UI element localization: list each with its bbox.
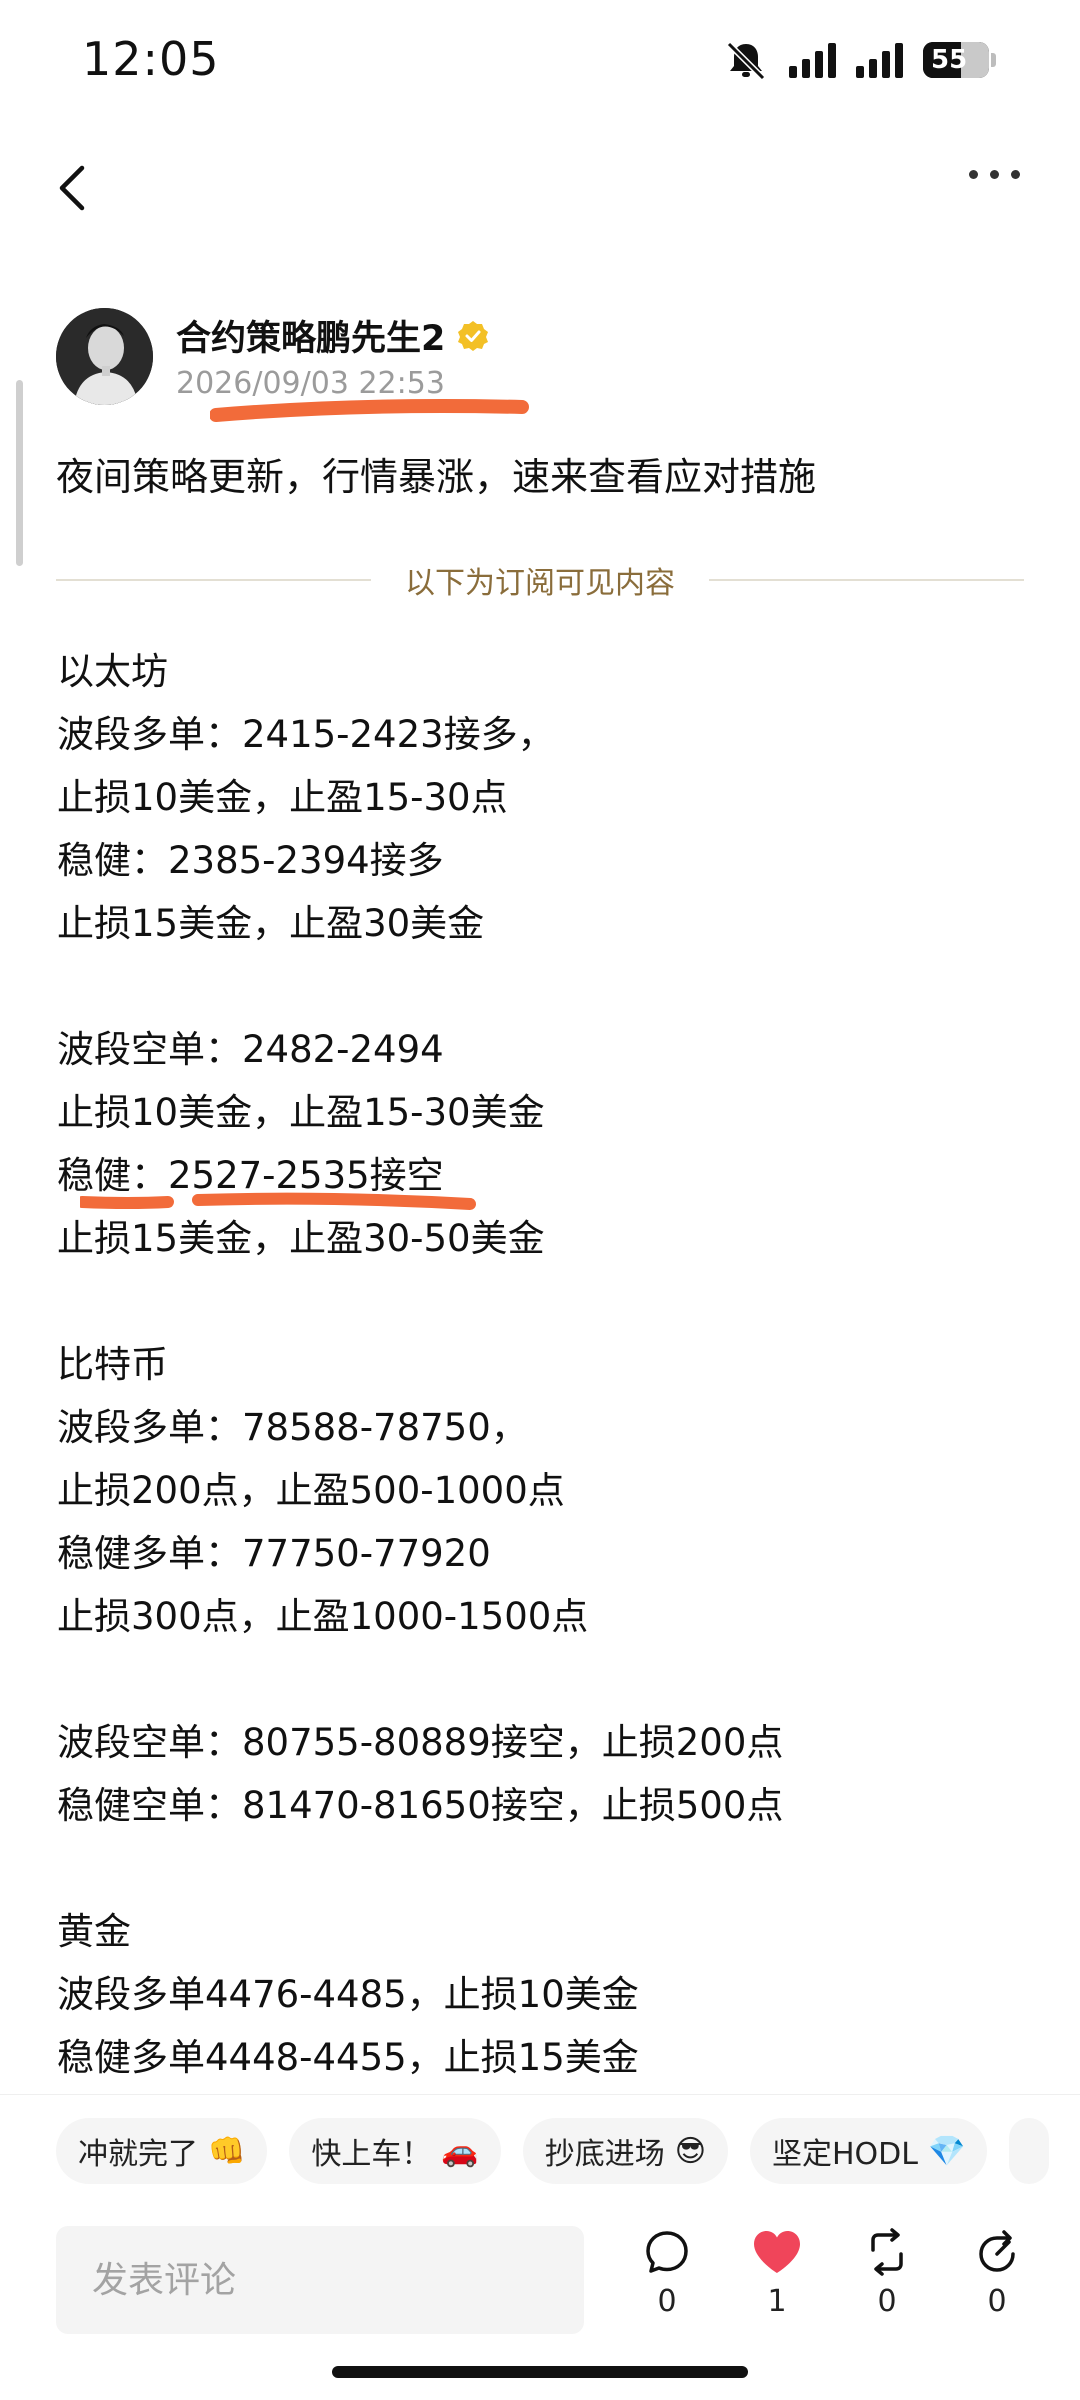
content-line: 波段空单：2482-2494 bbox=[57, 1028, 444, 1071]
reaction-chip[interactable]: 抄底进场 😎 bbox=[522, 2118, 728, 2184]
content-line: 波段多单：78588-78750， bbox=[57, 1406, 528, 1449]
content-line: 稳健多单4448-4455，止损15美金 bbox=[57, 2036, 639, 2079]
author-name-text: 合约策略鹏先生2 bbox=[176, 319, 446, 359]
comment-button[interactable]: 0 bbox=[632, 2228, 702, 2319]
bell-muted-icon bbox=[723, 40, 769, 81]
content-line: 稳健空单：81470-81650接空，止损500点 bbox=[57, 1784, 784, 1827]
status-icons: 55 bbox=[723, 40, 996, 81]
battery-icon: 55 bbox=[923, 42, 996, 78]
gem-emoji-icon: 💎 bbox=[928, 2133, 966, 2169]
content-line: 以太坊 bbox=[57, 650, 168, 693]
reaction-chip[interactable]: 坚定HODL 💎 bbox=[750, 2118, 988, 2184]
comment-count: 0 bbox=[657, 2284, 677, 2319]
repost-count: 0 bbox=[877, 2284, 897, 2319]
like-button[interactable]: 1 bbox=[742, 2228, 812, 2319]
annotation-underline bbox=[210, 399, 529, 422]
quick-reactions: 冲就完了 👊 快上车！ 🚗 抄底进场 😎 坚定HODL 💎 bbox=[56, 2118, 1050, 2184]
content-line: 波段多单：2415-2423接多， bbox=[57, 713, 555, 756]
back-button[interactable] bbox=[52, 160, 92, 216]
reaction-label: 抄底进场 bbox=[544, 2137, 665, 2172]
share-icon bbox=[979, 2230, 1015, 2272]
comment-bubble-icon bbox=[646, 2231, 688, 2273]
repost-button[interactable]: 0 bbox=[852, 2228, 922, 2319]
post-content: 以太坊 波段多单：2415-2423接多， 止损10美金，止盈15-30点 稳健… bbox=[57, 640, 1037, 2089]
chevron-left-icon bbox=[59, 165, 85, 211]
like-count: 1 bbox=[767, 2284, 787, 2319]
share-button[interactable]: 0 bbox=[962, 2228, 1032, 2319]
status-time: 12:05 bbox=[82, 32, 220, 86]
subscription-divider: 以下为订阅可见内容 bbox=[56, 560, 1024, 601]
reaction-chip[interactable]: 冲就完了 👊 bbox=[56, 2118, 268, 2184]
divider-text: 以下为订阅可见内容 bbox=[405, 566, 675, 601]
more-button[interactable] bbox=[969, 170, 1020, 179]
home-indicator[interactable] bbox=[332, 2366, 748, 2378]
content-line: 止损10美金，止盈15-30美金 bbox=[57, 1091, 545, 1134]
content-line: 波段多单4476-4485，止损10美金 bbox=[57, 1973, 639, 2016]
reaction-label: 坚定HODL bbox=[772, 2137, 918, 2172]
battery-level: 55 bbox=[931, 45, 968, 75]
reaction-chip[interactable]: 快上车！ 🚗 bbox=[289, 2118, 501, 2184]
content-line: 稳健多单：77750-77920 bbox=[57, 1532, 491, 1575]
heart-icon bbox=[754, 2231, 800, 2273]
scroll-indicator[interactable] bbox=[16, 380, 23, 566]
author-name[interactable]: 合约策略鹏先生2 bbox=[176, 310, 489, 361]
comment-input[interactable] bbox=[56, 2226, 584, 2334]
sunglasses-emoji-icon: 😎 bbox=[674, 2133, 706, 2169]
reaction-chip-partial[interactable] bbox=[1009, 2118, 1050, 2184]
content-line: 止损10美金，止盈15-30点 bbox=[57, 776, 508, 819]
content-line: 波段空单：80755-80889接空，止损200点 bbox=[57, 1721, 784, 1764]
fist-emoji-icon: 👊 bbox=[208, 2133, 246, 2169]
verified-badge-icon bbox=[458, 320, 489, 351]
signal-icon bbox=[856, 42, 903, 78]
content-line: 稳健：2385-2394接多 bbox=[57, 839, 444, 882]
annotation-underline bbox=[80, 1192, 476, 1210]
content-line: 黄金 bbox=[57, 1910, 131, 1953]
car-emoji-icon: 🚗 bbox=[441, 2133, 479, 2169]
content-line: 比特币 bbox=[57, 1343, 168, 1386]
more-dots-icon bbox=[969, 170, 978, 179]
content-line: 止损300点，止盈1000-1500点 bbox=[57, 1595, 589, 1638]
content-line: 止损200点，止盈500-1000点 bbox=[57, 1469, 565, 1512]
avatar[interactable] bbox=[56, 308, 153, 405]
signal-icon bbox=[789, 42, 836, 78]
reaction-label: 冲就完了 bbox=[78, 2137, 198, 2172]
repost-icon bbox=[871, 2228, 903, 2276]
content-line: 止损15美金，止盈30美金 bbox=[57, 902, 485, 945]
post-title: 夜间策略更新，行情暴涨，速来查看应对措施 bbox=[56, 455, 817, 499]
reaction-label: 快上车！ bbox=[311, 2137, 432, 2172]
post-detail-screen: 12:05 55 合约策略鹏先生2 2026/09/03 22:53 夜间策略更… bbox=[0, 0, 1080, 2400]
share-count: 0 bbox=[987, 2284, 1007, 2319]
